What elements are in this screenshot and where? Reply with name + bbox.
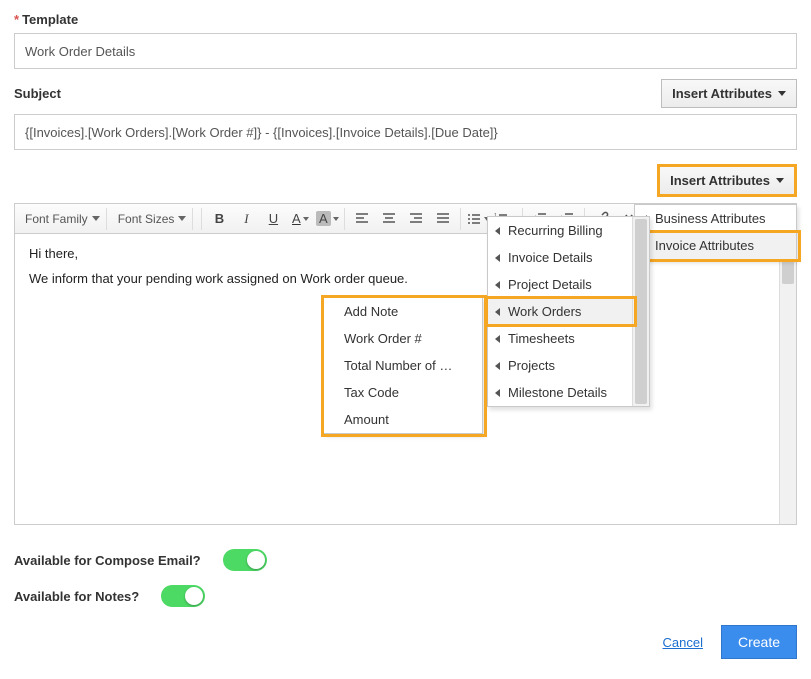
menu-item-total-number[interactable]: Total Number of … xyxy=(324,352,482,379)
align-left-button[interactable] xyxy=(349,207,375,231)
attribute-menu-invoice[interactable]: Recurring Billing Invoice Details Projec… xyxy=(487,216,650,407)
available-email-toggle[interactable] xyxy=(223,549,267,571)
template-label: *Template xyxy=(14,12,797,27)
underline-button[interactable]: U xyxy=(260,207,286,231)
chevron-down-icon xyxy=(776,178,784,183)
available-email-label: Available for Compose Email? xyxy=(14,553,201,568)
italic-button[interactable]: I xyxy=(233,207,259,231)
attribute-menu-work-orders[interactable]: Add Note Work Order # Total Number of … … xyxy=(323,297,483,434)
subject-input[interactable] xyxy=(14,114,797,150)
rich-text-editor: Font Family Font Sizes B I U A A xyxy=(14,203,797,525)
align-right-button[interactable] xyxy=(403,207,429,231)
menu-item-timesheets[interactable]: Timesheets xyxy=(488,325,649,352)
subject-label: Subject xyxy=(14,86,61,101)
menu-item-projects[interactable]: Projects xyxy=(488,352,649,379)
menu-item-work-order-number[interactable]: Work Order # xyxy=(324,325,482,352)
font-size-select[interactable]: Font Sizes xyxy=(112,208,194,230)
menu-item-work-orders[interactable]: Work Orders xyxy=(488,298,649,325)
create-button[interactable]: Create xyxy=(721,625,797,659)
menu-scrollbar[interactable] xyxy=(632,217,649,406)
menu-item-invoice-details[interactable]: Invoice Details xyxy=(488,244,649,271)
bg-color-button[interactable]: A xyxy=(314,207,340,231)
cancel-link[interactable]: Cancel xyxy=(663,635,703,650)
menu-item-project-details[interactable]: Project Details xyxy=(488,271,649,298)
insert-attributes-body-button[interactable]: Insert Attributes xyxy=(657,164,797,197)
align-center-button[interactable] xyxy=(376,207,402,231)
template-name-input[interactable] xyxy=(14,33,797,69)
menu-item-milestone-details[interactable]: Milestone Details xyxy=(488,379,649,406)
menu-item-business-attributes[interactable]: Business Attributes xyxy=(635,205,796,232)
menu-item-add-note[interactable]: Add Note xyxy=(324,298,482,325)
menu-item-recurring-billing[interactable]: Recurring Billing xyxy=(488,217,649,244)
attribute-menu-root[interactable]: Business Attributes Invoice Attributes xyxy=(634,204,797,260)
editor-scrollbar[interactable] xyxy=(779,234,796,524)
text-color-button[interactable]: A xyxy=(287,207,313,231)
menu-item-invoice-attributes[interactable]: Invoice Attributes xyxy=(635,232,796,259)
menu-item-amount[interactable]: Amount xyxy=(324,406,482,433)
bold-button[interactable]: B xyxy=(206,207,232,231)
align-justify-button[interactable] xyxy=(430,207,456,231)
body-line: We inform that your pending work assigne… xyxy=(29,271,782,286)
available-notes-toggle[interactable] xyxy=(161,585,205,607)
chevron-down-icon xyxy=(778,91,786,96)
insert-attributes-subject-button[interactable]: Insert Attributes xyxy=(661,79,797,108)
menu-item-tax-code[interactable]: Tax Code xyxy=(324,379,482,406)
available-notes-label: Available for Notes? xyxy=(14,589,139,604)
font-family-select[interactable]: Font Family xyxy=(19,208,107,230)
